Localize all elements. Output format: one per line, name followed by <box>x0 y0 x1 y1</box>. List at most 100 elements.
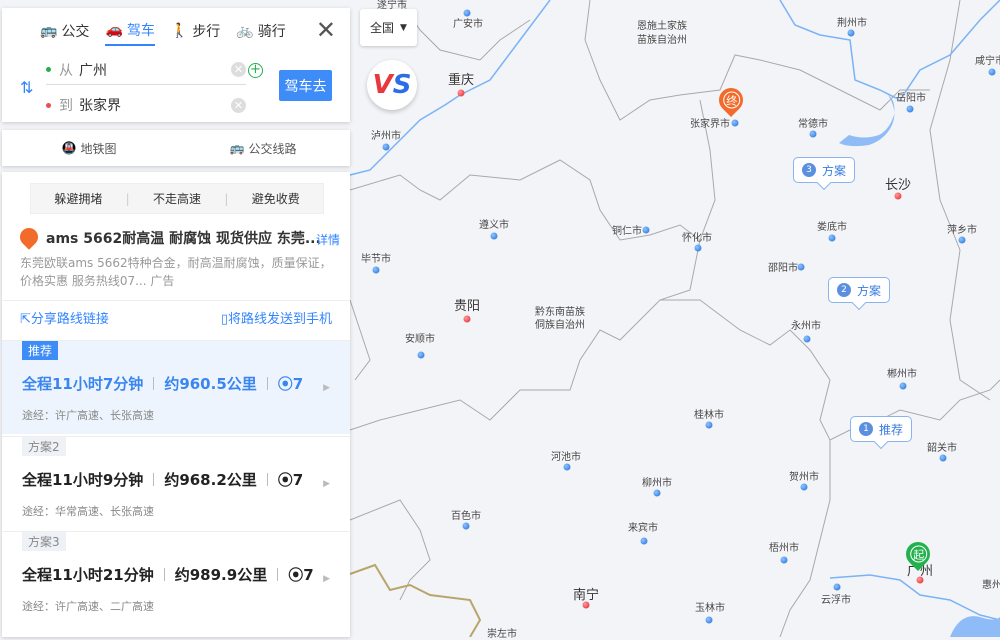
route-bubble-2[interactable]: 2 方案 <box>828 277 891 303</box>
city-dot <box>563 463 571 471</box>
quick-links: 🚇 地铁图 🚌 公交线路 <box>2 130 350 166</box>
city-dot <box>780 556 788 564</box>
city-dot <box>417 351 425 359</box>
origin-dot <box>46 67 51 72</box>
route-option-2[interactable]: 方案2 全程11小时9分钟 约968.2公里 ⦿7 途经：华常高速、长张高速 ▶ <box>2 436 350 530</box>
city-label: 邵阳市 <box>768 263 798 274</box>
tab-label: 公交 <box>61 24 90 40</box>
send-to-phone-button[interactable]: ▯将路线发送到手机 <box>221 308 332 327</box>
ad-title[interactable]: ams 5662耐高温 耐腐蚀 现货供应 东莞... <box>46 228 340 248</box>
city-label: 来宾市 <box>628 523 658 534</box>
city-dot <box>800 483 808 491</box>
drive-go-button[interactable]: 驾车去 <box>279 70 332 101</box>
vs-logo[interactable]: VS <box>367 60 417 110</box>
add-waypoint-icon[interactable]: + <box>248 63 263 78</box>
destination-field[interactable]: 到张家界 ✕ <box>46 90 246 120</box>
caret-down-icon: ▼ <box>400 22 407 33</box>
ad-block[interactable]: ams 5662耐高温 耐腐蚀 现货供应 东莞... 详情 东莞欧联ams 56… <box>16 224 340 290</box>
route-option-1[interactable]: 推荐 全程11小时7分钟 约960.5公里 ⦿7 途经：许广高速、长张高速 ▶ <box>2 340 350 434</box>
bus-icon: 🚌 <box>229 141 245 155</box>
city-label: 岳阳市 <box>896 93 926 104</box>
city-label: 荆州市 <box>837 18 867 29</box>
city-dot <box>705 616 713 624</box>
route-preferences: 躲避拥堵 | 不走高速 | 避免收费 <box>30 183 324 214</box>
bubble-label: 推荐 <box>879 422 904 437</box>
city-label: 毕节市 <box>361 254 391 265</box>
destination-value: 张家界 <box>79 98 121 114</box>
route-results-panel: 躲避拥堵 | 不走高速 | 避免收费 ams 5662耐高温 耐腐蚀 现货供应 东莞… <box>2 172 350 637</box>
close-icon[interactable]: ✕ <box>316 16 336 44</box>
bus-lines-link[interactable]: 🚌 公交线路 <box>176 130 350 166</box>
from-prefix: 从 <box>59 62 73 79</box>
city-dot <box>382 143 390 151</box>
region-label: 全国 <box>370 21 395 35</box>
subway-icon: 🚇 <box>61 141 77 155</box>
clear-destination-icon[interactable]: ✕ <box>231 97 246 113</box>
origin-field[interactable]: 从广州 ✕ <box>46 55 246 85</box>
city-dot <box>847 29 855 37</box>
share-link-button[interactable]: ⇱分享路线链接 <box>20 308 109 327</box>
chevron-right-icon: ▶ <box>323 383 330 393</box>
route-tag: 推荐 <box>22 341 59 360</box>
tab-bus[interactable]: 🚌 公交 <box>40 20 89 46</box>
city-dot <box>939 454 947 462</box>
bus-icon: 🚌 <box>40 23 58 39</box>
pref-avoid-congestion[interactable]: 躲避拥堵 <box>31 190 126 207</box>
city-label: 南宁 <box>572 588 600 603</box>
city-label: 常德市 <box>798 119 828 130</box>
route-bubble-3[interactable]: 3 方案 <box>793 157 856 183</box>
car-icon: 🚗 <box>105 22 123 38</box>
tab-label: 驾车 <box>126 23 155 39</box>
city-dot <box>462 522 470 530</box>
region-selector[interactable]: 全国 ▼ <box>360 9 417 46</box>
city-dot <box>916 576 924 584</box>
link-label: 地铁图 <box>80 141 117 156</box>
city-label: 怀化市 <box>682 233 712 244</box>
route-number: 2 <box>837 283 851 297</box>
city-label: 遂宁市 <box>377 0 407 11</box>
traffic-light-count: 7 <box>292 471 304 489</box>
city-dot <box>894 192 902 200</box>
route-time: 全程11小时9分钟 <box>22 471 144 489</box>
clear-origin-icon[interactable]: ✕ <box>231 62 246 77</box>
city-dot <box>797 263 805 271</box>
city-dot <box>642 226 650 234</box>
search-panel: 🚌 公交 🚗 驾车 🚶 步行 🚲 骑行 ✕ ⇅ 从广州 ✕ + 到张家界 ✕ 驾车去 <box>2 8 350 122</box>
start-pin[interactable]: 起 <box>901 537 935 574</box>
link-label: 公交线路 <box>248 141 297 156</box>
share-bar: ⇱分享路线链接 ▯将路线发送到手机 <box>2 300 350 334</box>
end-pin[interactable]: 终 <box>714 83 748 120</box>
route-bubble-1[interactable]: 1 推荐 <box>850 416 913 442</box>
city-label: 侗族自治州 <box>535 320 585 331</box>
city-label: 梧州市 <box>769 543 799 554</box>
city-dot <box>582 601 590 609</box>
to-prefix: 到 <box>59 98 73 114</box>
city-label: 恩施土家族 <box>637 21 687 32</box>
route-option-3[interactable]: 方案3 全程11小时21分钟 约989.9公里 ⦿7 途经：许广高速、二广高速 ▶ <box>2 531 350 625</box>
city-label: 崇左市 <box>487 629 517 640</box>
route-number: 1 <box>859 422 873 436</box>
route-tag: 方案3 <box>22 532 66 551</box>
ad-description: 东莞欧联ams 5662特种合金，耐高温耐腐蚀，质量保证，价格实惠 服务热线07… <box>20 256 332 288</box>
tab-bike[interactable]: 🚲 骑行 <box>236 20 285 46</box>
pref-no-highway[interactable]: 不走高速 <box>130 190 225 207</box>
swap-icon[interactable]: ⇅ <box>20 78 33 97</box>
ad-details-link[interactable]: 详情 <box>316 231 340 248</box>
share-label: 分享路线链接 <box>30 312 109 327</box>
city-dot <box>958 236 966 244</box>
city-label: 咸宁市 <box>975 56 1000 67</box>
route-via: 途经：许广高速、二广高速 <box>22 600 154 613</box>
bike-icon: 🚲 <box>236 23 254 39</box>
city-dot <box>906 105 914 113</box>
city-dot <box>457 89 465 97</box>
route-number: 3 <box>802 163 816 177</box>
subway-map-link[interactable]: 🚇 地铁图 <box>2 130 176 166</box>
chevron-right-icon: ▶ <box>323 574 330 584</box>
pref-avoid-toll[interactable]: 避免收费 <box>228 190 323 207</box>
city-dot <box>899 382 907 390</box>
city-dot <box>694 244 702 252</box>
route-via: 途经：华常高速、长张高速 <box>22 505 154 518</box>
tab-walk[interactable]: 🚶 步行 <box>171 20 220 46</box>
city-label: 桂林市 <box>694 410 724 421</box>
tab-drive[interactable]: 🚗 驾车 <box>105 20 155 46</box>
